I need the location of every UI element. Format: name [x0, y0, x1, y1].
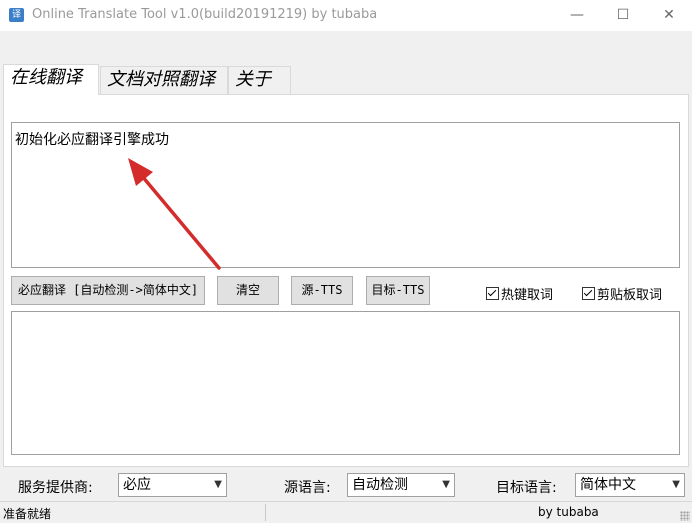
target-language-label: 目标语言: — [496, 480, 557, 496]
minimize-button[interactable]: — — [554, 0, 600, 31]
clipboard-checkbox-label: 剪贴板取词 — [597, 288, 663, 303]
provider-select[interactable]: 必应 ▼ — [118, 473, 227, 497]
target-language-value: 简体中文 — [580, 477, 636, 493]
translate-button[interactable]: 必应翻译 [自动检测->简体中文] — [11, 276, 205, 305]
checkbox-checked-icon[interactable] — [582, 287, 595, 300]
chevron-down-icon: ▼ — [214, 479, 222, 490]
status-bar: 准备就绪 by tubaba — [0, 501, 692, 523]
resize-grip-icon[interactable] — [680, 511, 690, 521]
clipboard-checkbox[interactable]: 剪贴板取词 — [582, 284, 662, 303]
tab-document-translate[interactable]: 文档对照翻译 — [100, 66, 228, 94]
source-tts-button[interactable]: 源-TTS — [291, 276, 353, 305]
hotkey-checkbox-label: 热键取词 — [501, 288, 554, 303]
source-text: 初始化必应翻译引擎成功 — [15, 132, 169, 148]
status-divider — [265, 504, 266, 521]
provider-label: 服务提供商: — [18, 480, 93, 496]
maximize-button[interactable]: ☐ — [600, 0, 646, 31]
source-language-select[interactable]: 自动检测 ▼ — [347, 473, 455, 497]
chevron-down-icon: ▼ — [672, 479, 680, 490]
tab-online-translate[interactable]: 在线翻译 — [3, 64, 99, 95]
tab-about[interactable]: 关于 — [228, 66, 291, 94]
clear-button[interactable]: 清空 — [217, 276, 279, 305]
target-tts-button[interactable]: 目标-TTS — [366, 276, 430, 305]
chevron-down-icon: ▼ — [442, 479, 450, 490]
status-author: by tubaba — [538, 505, 599, 519]
app-icon: 译 — [9, 8, 24, 22]
source-textarea[interactable]: 初始化必应翻译引擎成功 — [11, 122, 680, 268]
target-language-select[interactable]: 简体中文 ▼ — [575, 473, 685, 497]
title-bar: 译 Online Translate Tool v1.0(build201912… — [0, 0, 692, 31]
window-title: Online Translate Tool v1.0(build20191219… — [32, 7, 378, 22]
provider-select-value: 必应 — [123, 477, 151, 493]
source-language-label: 源语言: — [284, 480, 331, 496]
close-button[interactable]: ✕ — [646, 0, 692, 31]
hotkey-checkbox[interactable]: 热键取词 — [486, 284, 553, 303]
checkbox-checked-icon[interactable] — [486, 287, 499, 300]
status-text: 准备就绪 — [3, 507, 52, 521]
source-language-value: 自动检测 — [352, 477, 408, 493]
translation-textarea[interactable] — [11, 311, 680, 455]
